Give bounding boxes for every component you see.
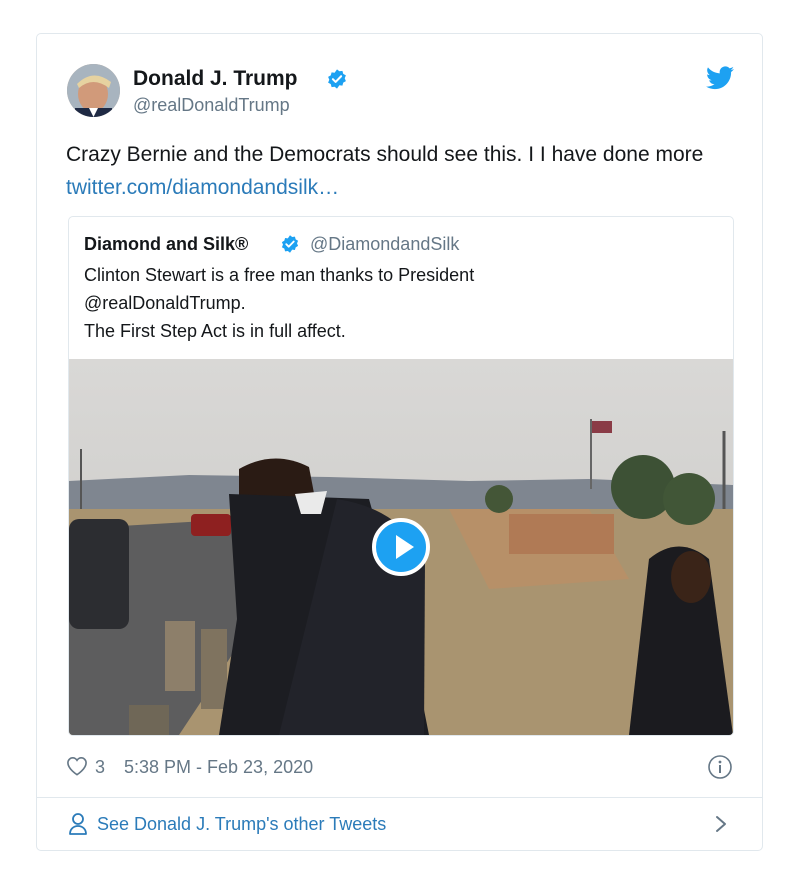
tweet-text: Crazy Bernie and the Democrats should se… [66,138,746,204]
timestamp[interactable]: 5:38 PM - Feb 23, 2020 [124,757,313,778]
heart-icon[interactable] [66,756,88,776]
see-other-tweets-link[interactable]: See Donald J. Trump's other Tweets [37,798,762,850]
quoted-tweet[interactable]: Diamond and Silk® @DiamondandSilk Clinto… [68,216,734,736]
quoted-author-name[interactable]: Diamond and Silk® [84,234,248,255]
author-handle[interactable]: @realDonaldTrump [133,95,290,116]
quoted-author-handle[interactable]: @DiamondandSilk [310,234,459,255]
chevron-right-icon[interactable] [714,814,728,834]
tweet-body: Crazy Bernie and the Democrats should se… [66,143,704,166]
info-icon[interactable] [707,754,733,780]
verified-badge-icon [328,69,346,89]
like-count[interactable]: 3 [95,757,105,778]
video-thumbnail[interactable] [69,359,733,735]
quoted-text-line: Clinton Stewart is a free man thanks to … [84,265,475,285]
embedded-tweet-card: Donald J. Trump @realDonaldTrump Crazy B… [36,33,763,851]
tweet-link[interactable]: twitter.com/diamondandsilk… [66,176,339,199]
play-button[interactable] [372,518,430,576]
author-name[interactable]: Donald J. Trump [133,67,298,91]
quoted-text-line: @realDonaldTrump. [84,293,246,313]
see-other-tweets-label[interactable]: See Donald J. Trump's other Tweets [97,814,386,835]
avatar[interactable] [67,64,120,117]
quoted-text: Clinton Stewart is a free man thanks to … [84,261,714,345]
twitter-bird-icon[interactable] [706,66,734,90]
person-icon [69,813,87,835]
verified-badge-icon [281,235,299,253]
quoted-text-line: The First Step Act is in full affect. [84,321,346,341]
